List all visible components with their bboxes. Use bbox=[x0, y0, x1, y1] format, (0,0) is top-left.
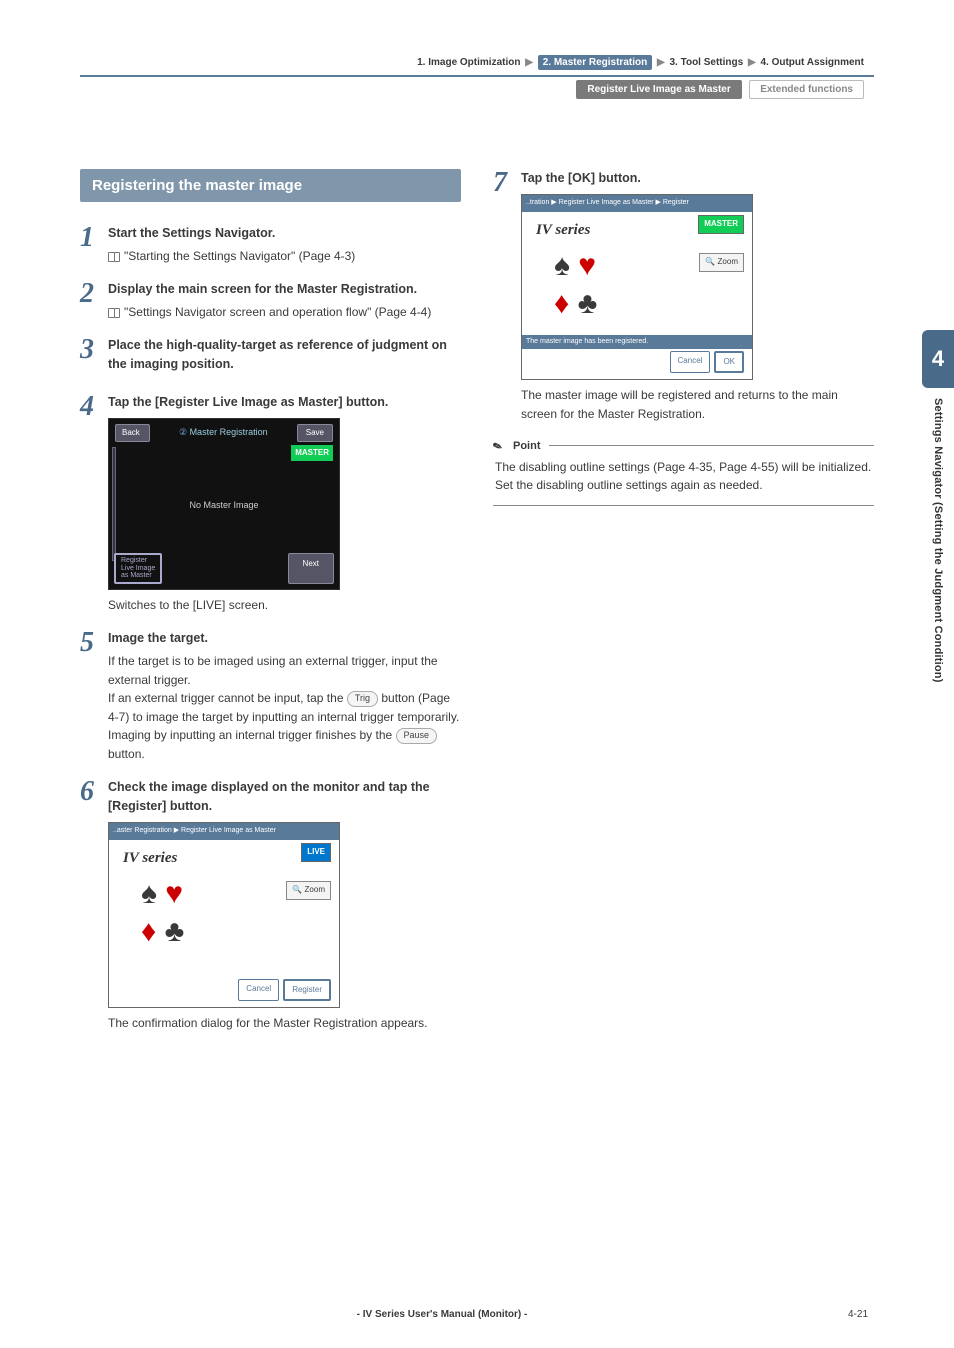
breadcrumb: ..aster Registration ▶ Register Live Ima… bbox=[109, 823, 339, 840]
pause-button[interactable]: Pause bbox=[396, 728, 438, 744]
register-live-image-button[interactable]: Register Live Image as Master bbox=[114, 553, 162, 584]
step4-after: Switches to the [LIVE] screen. bbox=[108, 596, 461, 615]
sub-nav-inactive: Extended functions bbox=[749, 80, 864, 99]
cancel-button[interactable]: Cancel bbox=[670, 351, 711, 373]
master-badge: MASTER bbox=[291, 445, 333, 461]
footer-title: - IV Series User's Manual (Monitor) - bbox=[86, 1309, 798, 1320]
point-label: Point bbox=[513, 440, 541, 452]
sub-nav: Register Live Image as Master Extended f… bbox=[80, 79, 874, 99]
point-callout: Point The disabling outline settings (Pa… bbox=[493, 440, 874, 506]
sample-image: ♠ ♥♦ ♣ bbox=[554, 247, 597, 322]
live-badge: LIVE bbox=[301, 843, 331, 861]
nav-step-2: 2. Master Registration bbox=[538, 55, 652, 70]
step-number-7: 7 bbox=[493, 169, 521, 424]
chevron-right-icon: ▶ bbox=[748, 57, 756, 68]
screenshot-step6: ..aster Registration ▶ Register Live Ima… bbox=[108, 822, 340, 1008]
next-button[interactable]: Next bbox=[288, 553, 334, 584]
step6-after: The confirmation dialog for the Master R… bbox=[108, 1014, 461, 1033]
step3-head: Place the high-quality-target as referen… bbox=[108, 336, 461, 375]
master-badge: MASTER bbox=[698, 215, 744, 233]
book-icon bbox=[108, 308, 120, 318]
save-button[interactable]: Save bbox=[297, 424, 333, 442]
side-tab: 4 Settings Navigator (Setting the Judgme… bbox=[922, 330, 954, 683]
breadcrumb: ..tration ▶ Register Live Image as Maste… bbox=[522, 195, 752, 212]
step-number-1: 1 bbox=[80, 224, 108, 266]
footer-page: 4-21 bbox=[798, 1309, 868, 1320]
book-icon bbox=[108, 252, 120, 262]
section-title: Registering the master image bbox=[80, 169, 461, 202]
step-number-2: 2 bbox=[80, 280, 108, 322]
chevron-right-icon: ▶ bbox=[525, 57, 533, 68]
header-rule bbox=[80, 75, 874, 77]
step4-head: Tap the [Register Live Image as Master] … bbox=[108, 393, 461, 412]
nav-step-4: 4. Output Assignment bbox=[760, 57, 864, 68]
screen-title: Master Registration bbox=[190, 427, 268, 437]
cancel-button[interactable]: Cancel bbox=[238, 979, 279, 1001]
step1-ref: "Starting the Settings Navigator" (Page … bbox=[124, 249, 355, 263]
page-footer: - IV Series User's Manual (Monitor) - 4-… bbox=[0, 1309, 954, 1320]
step2-head: Display the main screen for the Master R… bbox=[108, 280, 461, 299]
zoom-button[interactable]: 🔍 Zoom bbox=[286, 881, 331, 899]
step-number-5: 5 bbox=[80, 629, 108, 764]
point-body: The disabling outline settings (Page 4-3… bbox=[493, 452, 874, 506]
iv-series-logo: IV series bbox=[123, 847, 177, 870]
nav-step-3: 3. Tool Settings bbox=[669, 57, 743, 68]
step5-prefix: If an external trigger cannot be input, … bbox=[108, 691, 347, 705]
step6-head: Check the image displayed on the monitor… bbox=[108, 778, 461, 817]
chevron-right-icon: ▶ bbox=[657, 57, 665, 68]
chapter-number: 4 bbox=[922, 330, 954, 388]
step1-head: Start the Settings Navigator. bbox=[108, 224, 461, 243]
step-number-4: 4 bbox=[80, 393, 108, 615]
step5-body-b: If an external trigger cannot be input, … bbox=[108, 689, 461, 763]
step2-ref: "Settings Navigator screen and operation… bbox=[124, 305, 431, 319]
step-number-6: 6 bbox=[80, 778, 108, 1033]
no-master-text: No Master Image bbox=[109, 499, 339, 513]
chapter-label: Settings Navigator (Setting the Judgment… bbox=[932, 398, 944, 683]
step7-after: The master image will be registered and … bbox=[521, 386, 874, 423]
register-button[interactable]: Register bbox=[283, 979, 331, 1001]
iv-series-logo: IV series bbox=[536, 219, 590, 242]
step7-head: Tap the [OK] button. bbox=[521, 169, 874, 188]
progress-nav: 1. Image Optimization ▶ 2. Master Regist… bbox=[80, 55, 874, 70]
sub-nav-active: Register Live Image as Master bbox=[576, 80, 741, 99]
zoom-button[interactable]: 🔍 Zoom bbox=[699, 253, 744, 271]
step-number-3: 3 bbox=[80, 336, 108, 379]
step5-head: Image the target. bbox=[108, 629, 461, 648]
registered-message: The master image has been registered. bbox=[522, 335, 752, 350]
trig-button[interactable]: Trig bbox=[347, 691, 378, 707]
screenshot-step7: ..tration ▶ Register Live Image as Maste… bbox=[521, 194, 753, 380]
pencil-icon bbox=[493, 440, 505, 452]
divider-line bbox=[549, 445, 875, 446]
step5-suffix: button. bbox=[108, 747, 145, 761]
sample-image: ♠ ♥♦ ♣ bbox=[141, 875, 184, 950]
screenshot-step4: Back ② Master Registration Save MASTER N… bbox=[108, 418, 340, 590]
ok-button[interactable]: OK bbox=[714, 351, 744, 373]
nav-step-1: 1. Image Optimization bbox=[417, 57, 520, 68]
back-button[interactable]: Back bbox=[115, 424, 150, 442]
step5-body-a: If the target is to be imaged using an e… bbox=[108, 652, 461, 689]
